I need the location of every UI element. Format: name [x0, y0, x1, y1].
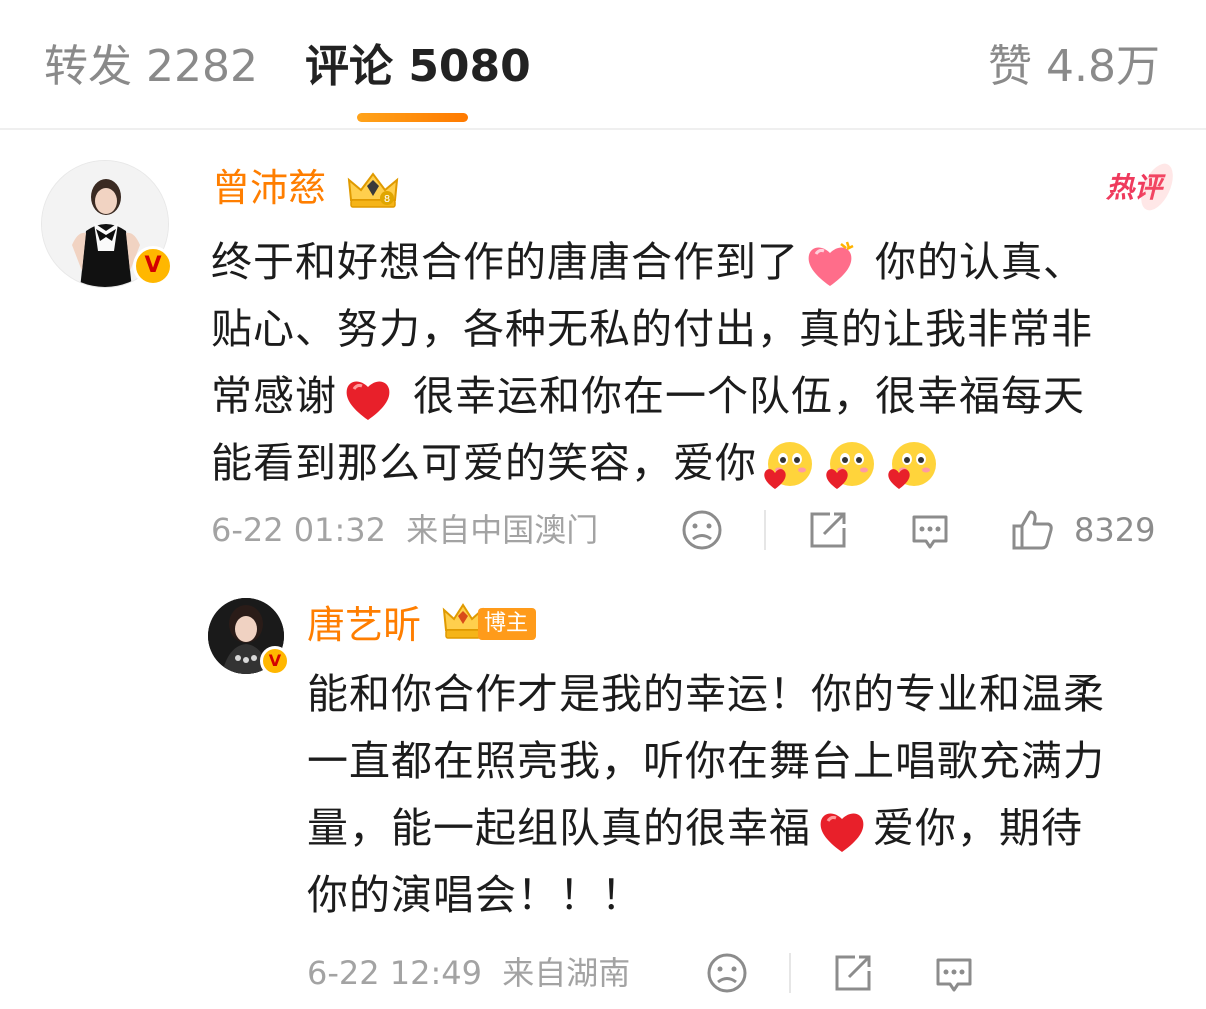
comment-author-name[interactable]: 曾沛慈 [212, 163, 326, 213]
reply-meta: 6-22 12:49 来自湖南 [307, 951, 630, 995]
comment-icon[interactable] [908, 509, 952, 553]
comment-line: 贴心、努力，各种无私的付出，真的让我非常非 [211, 305, 1093, 353]
sad-face-icon[interactable] [705, 951, 749, 995]
blogger-badge: 博主 [478, 608, 537, 640]
love-you-face-emoji-icon [761, 439, 815, 493]
tab-comment[interactable]: 评论 5080 [305, 38, 531, 96]
reply-author-name[interactable]: 唐艺昕 [307, 600, 421, 650]
sad-face-icon[interactable] [680, 508, 724, 552]
comment-time: 6-22 01:32 [211, 511, 387, 549]
like-count: 8329 [1074, 511, 1156, 549]
comment-tab-bar: 转发 2282 评论 5080 赞 4.8万 [0, 0, 1206, 130]
tab-like[interactable]: 赞 4.8万 [988, 38, 1160, 96]
reply-line: 一直都在照亮我，听你在舞台上唱歌充满力 [307, 737, 1105, 785]
reply-time: 6-22 12:49 [307, 954, 483, 992]
tab-repost[interactable]: 转发 2282 [44, 38, 258, 96]
comment-location: 来自中国澳门 [406, 511, 599, 549]
reply-text: 能和你合作才是我的幸运！你的专业和温柔 一直都在照亮我，听你在舞台上唱歌充满力 … [307, 661, 1172, 929]
share-icon[interactable] [806, 508, 850, 552]
reply-line: 量，能一起组队真的很幸福 爱你，期待 [307, 795, 1172, 862]
red-heart-emoji-icon [341, 372, 395, 426]
thumbs-up-icon[interactable] [1010, 506, 1056, 552]
comment-text: 终于和好想合作的唐唐合作到了 你的认真、 贴心、努力，各种无私的付出，真的让我非… [211, 229, 1171, 497]
comment-line: 常感谢 很幸运和你在一个队伍，很幸福每天 [211, 363, 1171, 430]
comment-meta: 6-22 01:32 来自中国澳门 [211, 508, 598, 552]
tab-active-indicator [357, 113, 468, 122]
reply-location: 来自湖南 [502, 954, 631, 992]
share-icon[interactable] [831, 951, 875, 995]
verified-badge-icon: V [133, 246, 173, 286]
action-divider [764, 510, 766, 550]
comment-line: 能看到那么可爱的笑容，爱你 [211, 430, 1171, 497]
vip-crown-icon: 8 [345, 170, 401, 210]
red-heart-emoji-icon [815, 804, 869, 858]
reply-author-avatar[interactable]: V [208, 598, 290, 676]
hot-comment-badge: 热评 [1106, 168, 1162, 208]
reply-line: 你的演唱会！！！ [307, 871, 643, 919]
verified-badge-icon: V [260, 646, 290, 676]
sparkling-heart-emoji-icon [803, 238, 857, 292]
love-you-face-emoji-icon [885, 439, 939, 493]
love-you-face-emoji-icon [823, 439, 877, 493]
comment-author-avatar[interactable]: V [41, 160, 173, 288]
reply-line: 能和你合作才是我的幸运！你的专业和温柔 [307, 670, 1105, 718]
svg-text:8: 8 [384, 194, 390, 205]
action-divider [789, 953, 791, 993]
comment-icon[interactable] [932, 952, 976, 996]
comment-line: 终于和好想合作的唐唐合作到了 你的认真、 [211, 229, 1171, 296]
